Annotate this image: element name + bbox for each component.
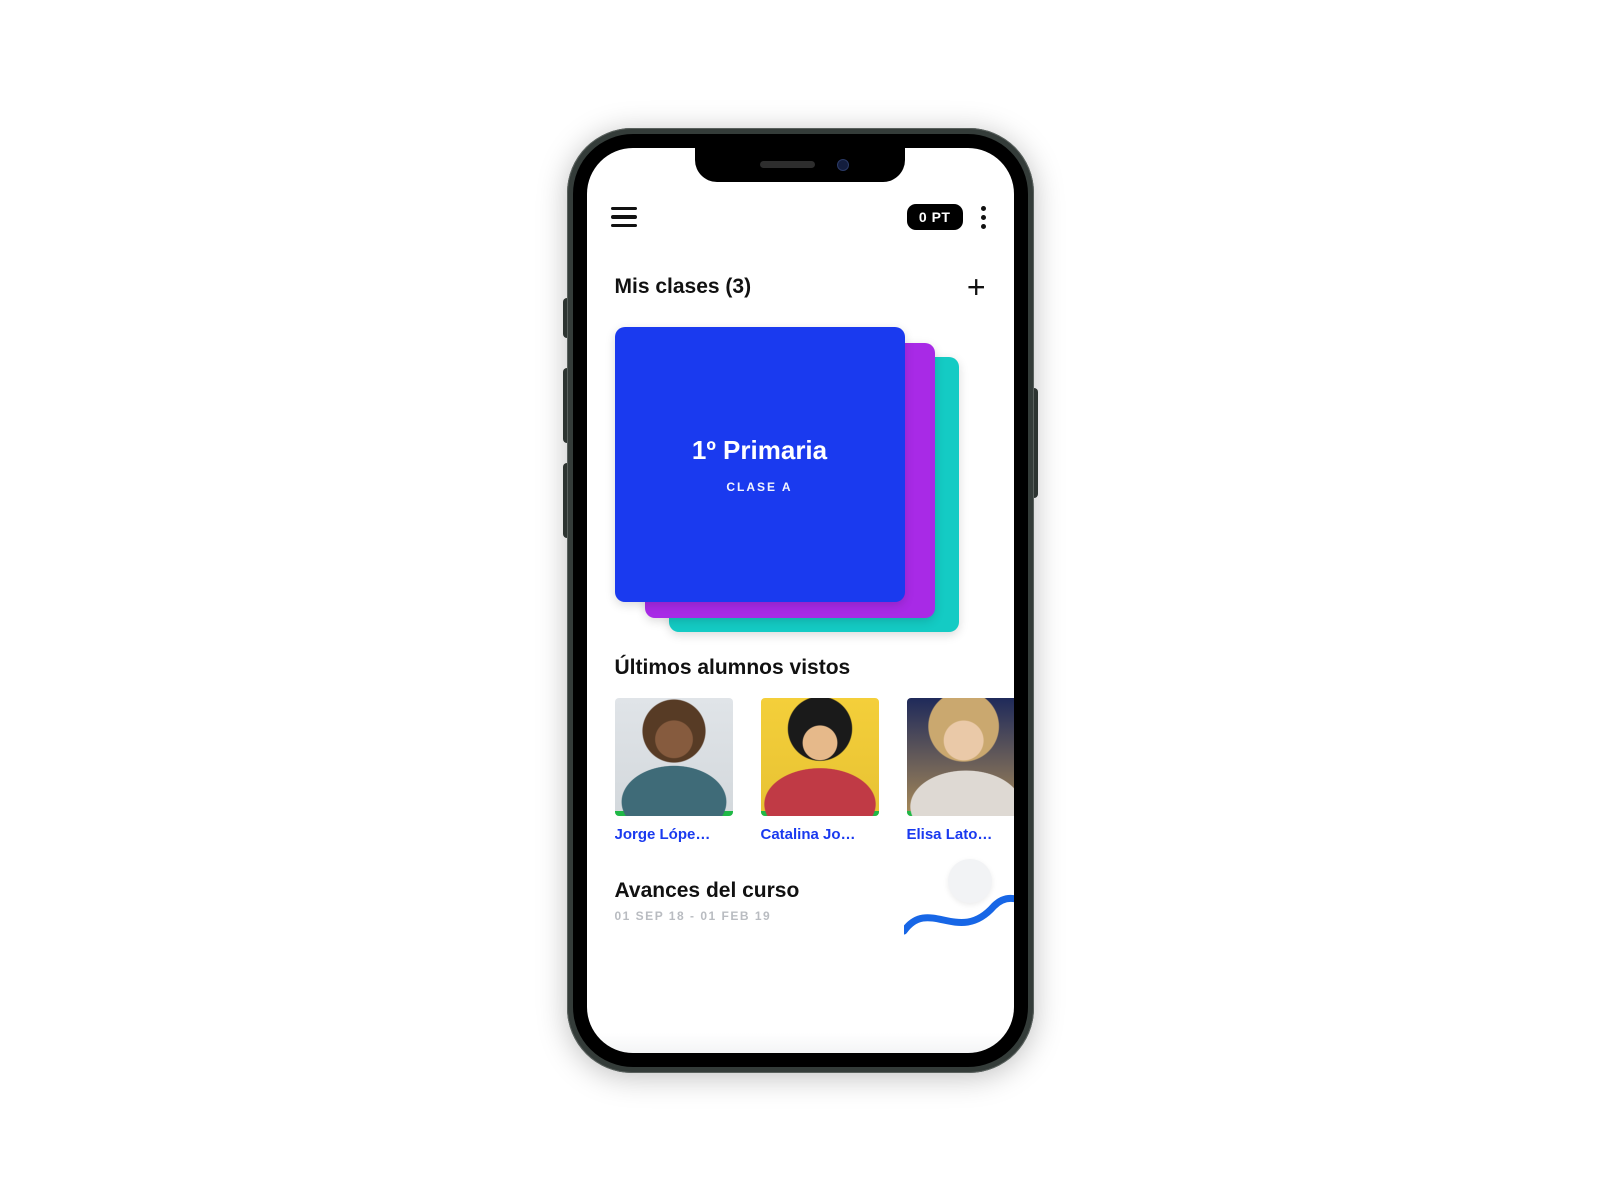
student-photo: [907, 698, 1014, 816]
device-notch: [695, 148, 905, 182]
device-camera: [837, 159, 849, 171]
app-root: 0 PT Mis clases (3) +: [587, 148, 1014, 1053]
student-status-bar: [615, 811, 733, 816]
students-row[interactable]: Jorge Lópe… Catalina Jo…: [615, 698, 1014, 843]
device-mute-switch: [563, 298, 567, 338]
student-photo: [761, 698, 879, 816]
classes-header-row: Mis clases (3) +: [587, 243, 1014, 317]
app-body: Mis clases (3) + 1º Primaria CLASE A: [587, 243, 1014, 1053]
class-cards-stack: 1º Primaria CLASE A: [615, 327, 1014, 622]
student-name: Elisa Lato…: [907, 826, 1014, 843]
student-card-3[interactable]: Elisa Lato…: [907, 698, 1014, 843]
student-name: Jorge Lópe…: [615, 826, 733, 843]
device-volume-down: [563, 463, 567, 538]
device-bezel: 0 PT Mis clases (3) +: [573, 134, 1028, 1067]
bottom-fade: [587, 1033, 1014, 1053]
device-frame: 0 PT Mis clases (3) +: [567, 128, 1034, 1073]
classes-section-title: Mis clases (3): [615, 275, 752, 299]
student-card-1[interactable]: Jorge Lópe…: [615, 698, 733, 843]
student-name: Catalina Jo…: [761, 826, 879, 843]
student-status-bar: [907, 811, 1014, 816]
class-card-group: CLASE A: [726, 480, 792, 494]
more-icon[interactable]: [977, 202, 990, 233]
student-photo: [615, 698, 733, 816]
class-card-grade: 1º Primaria: [692, 435, 827, 466]
device-volume-up: [563, 368, 567, 443]
class-card-1[interactable]: 1º Primaria CLASE A: [615, 327, 905, 602]
header-actions: 0 PT: [907, 202, 990, 233]
progress-section: Avances del curso 01 SEP 18 - 01 FEB 19: [587, 843, 1014, 923]
app-header: 0 PT: [587, 194, 1014, 243]
student-status-bar: [761, 811, 879, 816]
students-section-title: Últimos alumnos vistos: [615, 656, 1014, 680]
points-chip[interactable]: 0 PT: [907, 204, 963, 230]
chart-line-decoration: [904, 891, 1014, 941]
add-class-button[interactable]: +: [967, 271, 986, 303]
students-section: Últimos alumnos vistos Jorge Lópe…: [587, 622, 1014, 843]
device-power-button: [1034, 388, 1038, 498]
app-screen: 0 PT Mis clases (3) +: [587, 148, 1014, 1053]
device-speaker: [760, 161, 815, 168]
menu-icon[interactable]: [611, 203, 639, 231]
student-card-2[interactable]: Catalina Jo…: [761, 698, 879, 843]
plus-icon: +: [967, 269, 986, 305]
